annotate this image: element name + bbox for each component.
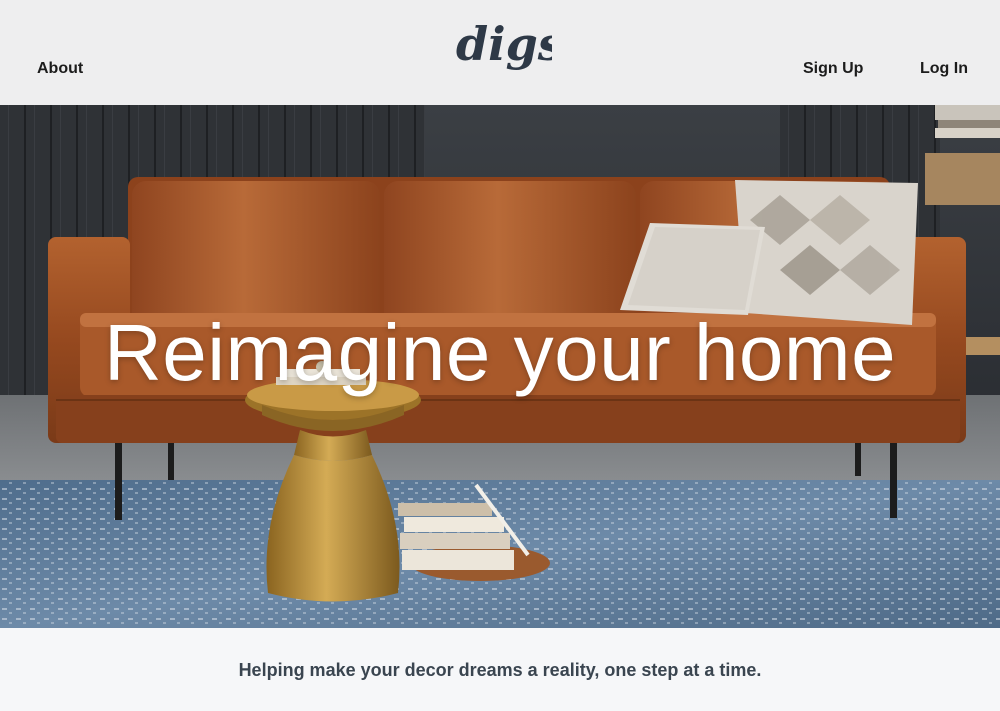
- logo-text: digs: [456, 17, 552, 71]
- sign-up-link[interactable]: Sign Up: [803, 58, 863, 80]
- digs-logo[interactable]: digs: [452, 14, 564, 90]
- tagline-text: Helping make your decor dreams a reality…: [238, 660, 762, 680]
- logo-mark: digs: [456, 17, 564, 71]
- tagline-band: Helping make your decor dreams a reality…: [0, 628, 1000, 711]
- hero-headline: Reimagine your home: [103, 308, 897, 397]
- site-header: About digs Sign Up Log In: [0, 0, 1000, 105]
- about-link[interactable]: About: [37, 58, 83, 80]
- hero-banner: Reimagine your home: [0, 105, 1000, 628]
- log-in-link[interactable]: Log In: [920, 58, 968, 80]
